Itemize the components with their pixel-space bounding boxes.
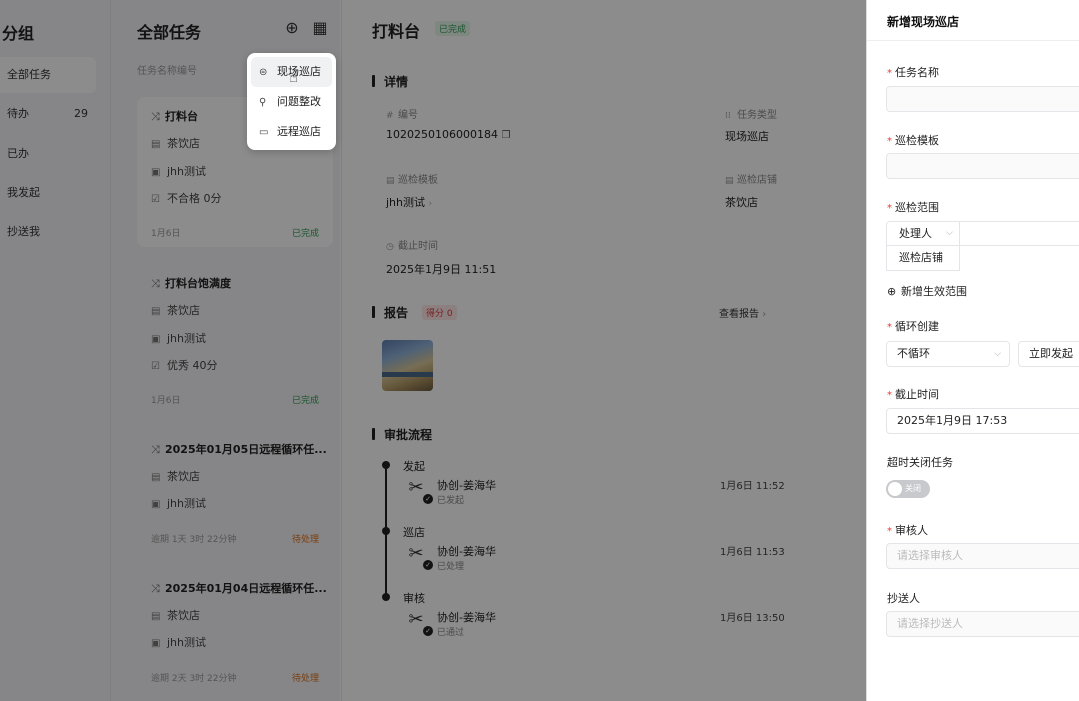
scope-table: 处理人 ⌵ 巡检店铺 <box>886 221 1079 271</box>
handler-dropdown[interactable]: 处理人 ⌵ <box>886 221 960 246</box>
chevron-down-icon: ⌵ <box>994 349 1001 359</box>
add-scope-button[interactable]: ⊕ 新增生效范围 <box>887 283 967 299</box>
reviewer-select[interactable]: 请选择审核人 <box>886 543 1079 569</box>
monitor-icon: ▭ <box>259 127 269 138</box>
deadline-picker[interactable]: 2025年1月9日 17:53 <box>886 408 1079 434</box>
cycle-label: * 循环创建 <box>887 320 939 333</box>
menu-item-issue-rectification[interactable]: ⚲ 问题整改 <box>251 87 332 117</box>
drawer-divider <box>867 40 1079 41</box>
timeout-close-toggle[interactable]: 关闭 <box>886 480 930 498</box>
reviewer-label: * 审核人 <box>887 524 928 537</box>
create-onsite-inspection-drawer: 新增现场巡店 * 任务名称 * 巡检模板 * 巡检范围 处理人 ⌵ 巡检店铺 ⊕ 新增生效… <box>866 0 1079 701</box>
chevron-down-icon: ⌵ <box>946 228 953 238</box>
drawer-title: 新增现场巡店 <box>887 15 960 29</box>
wrench-icon: ⚲ <box>259 97 267 108</box>
add-circle-icon: ⊕ <box>887 285 897 298</box>
task-name-input[interactable] <box>886 86 1079 112</box>
cycle-select[interactable]: 不循环 ⌵ <box>886 341 1010 367</box>
hand-cursor-icon: ☝ <box>289 68 299 86</box>
cc-label: 抄送人 <box>887 592 920 605</box>
handler-input[interactable] <box>960 221 1079 246</box>
template-label: * 巡检模板 <box>887 134 939 147</box>
scope-shop-cell: 巡检店铺 <box>886 246 960 271</box>
modal-overlay[interactable] <box>0 0 866 701</box>
timeout-label: 超时关闭任务 <box>887 456 953 469</box>
toggle-text: 关闭 <box>905 484 921 493</box>
scope-label: * 巡检范围 <box>887 201 939 214</box>
cc-select[interactable]: 请选择抄送人 <box>886 611 1079 637</box>
launch-now-select[interactable]: 立即发起 <box>1018 341 1079 367</box>
deadline-label: * 截止时间 <box>887 388 939 401</box>
inspection-icon: ⊜ <box>259 67 268 78</box>
menu-item-remote-inspection[interactable]: ▭ 远程巡店 <box>251 117 332 147</box>
template-select[interactable] <box>886 153 1079 179</box>
task-name-label: * 任务名称 <box>887 66 939 79</box>
